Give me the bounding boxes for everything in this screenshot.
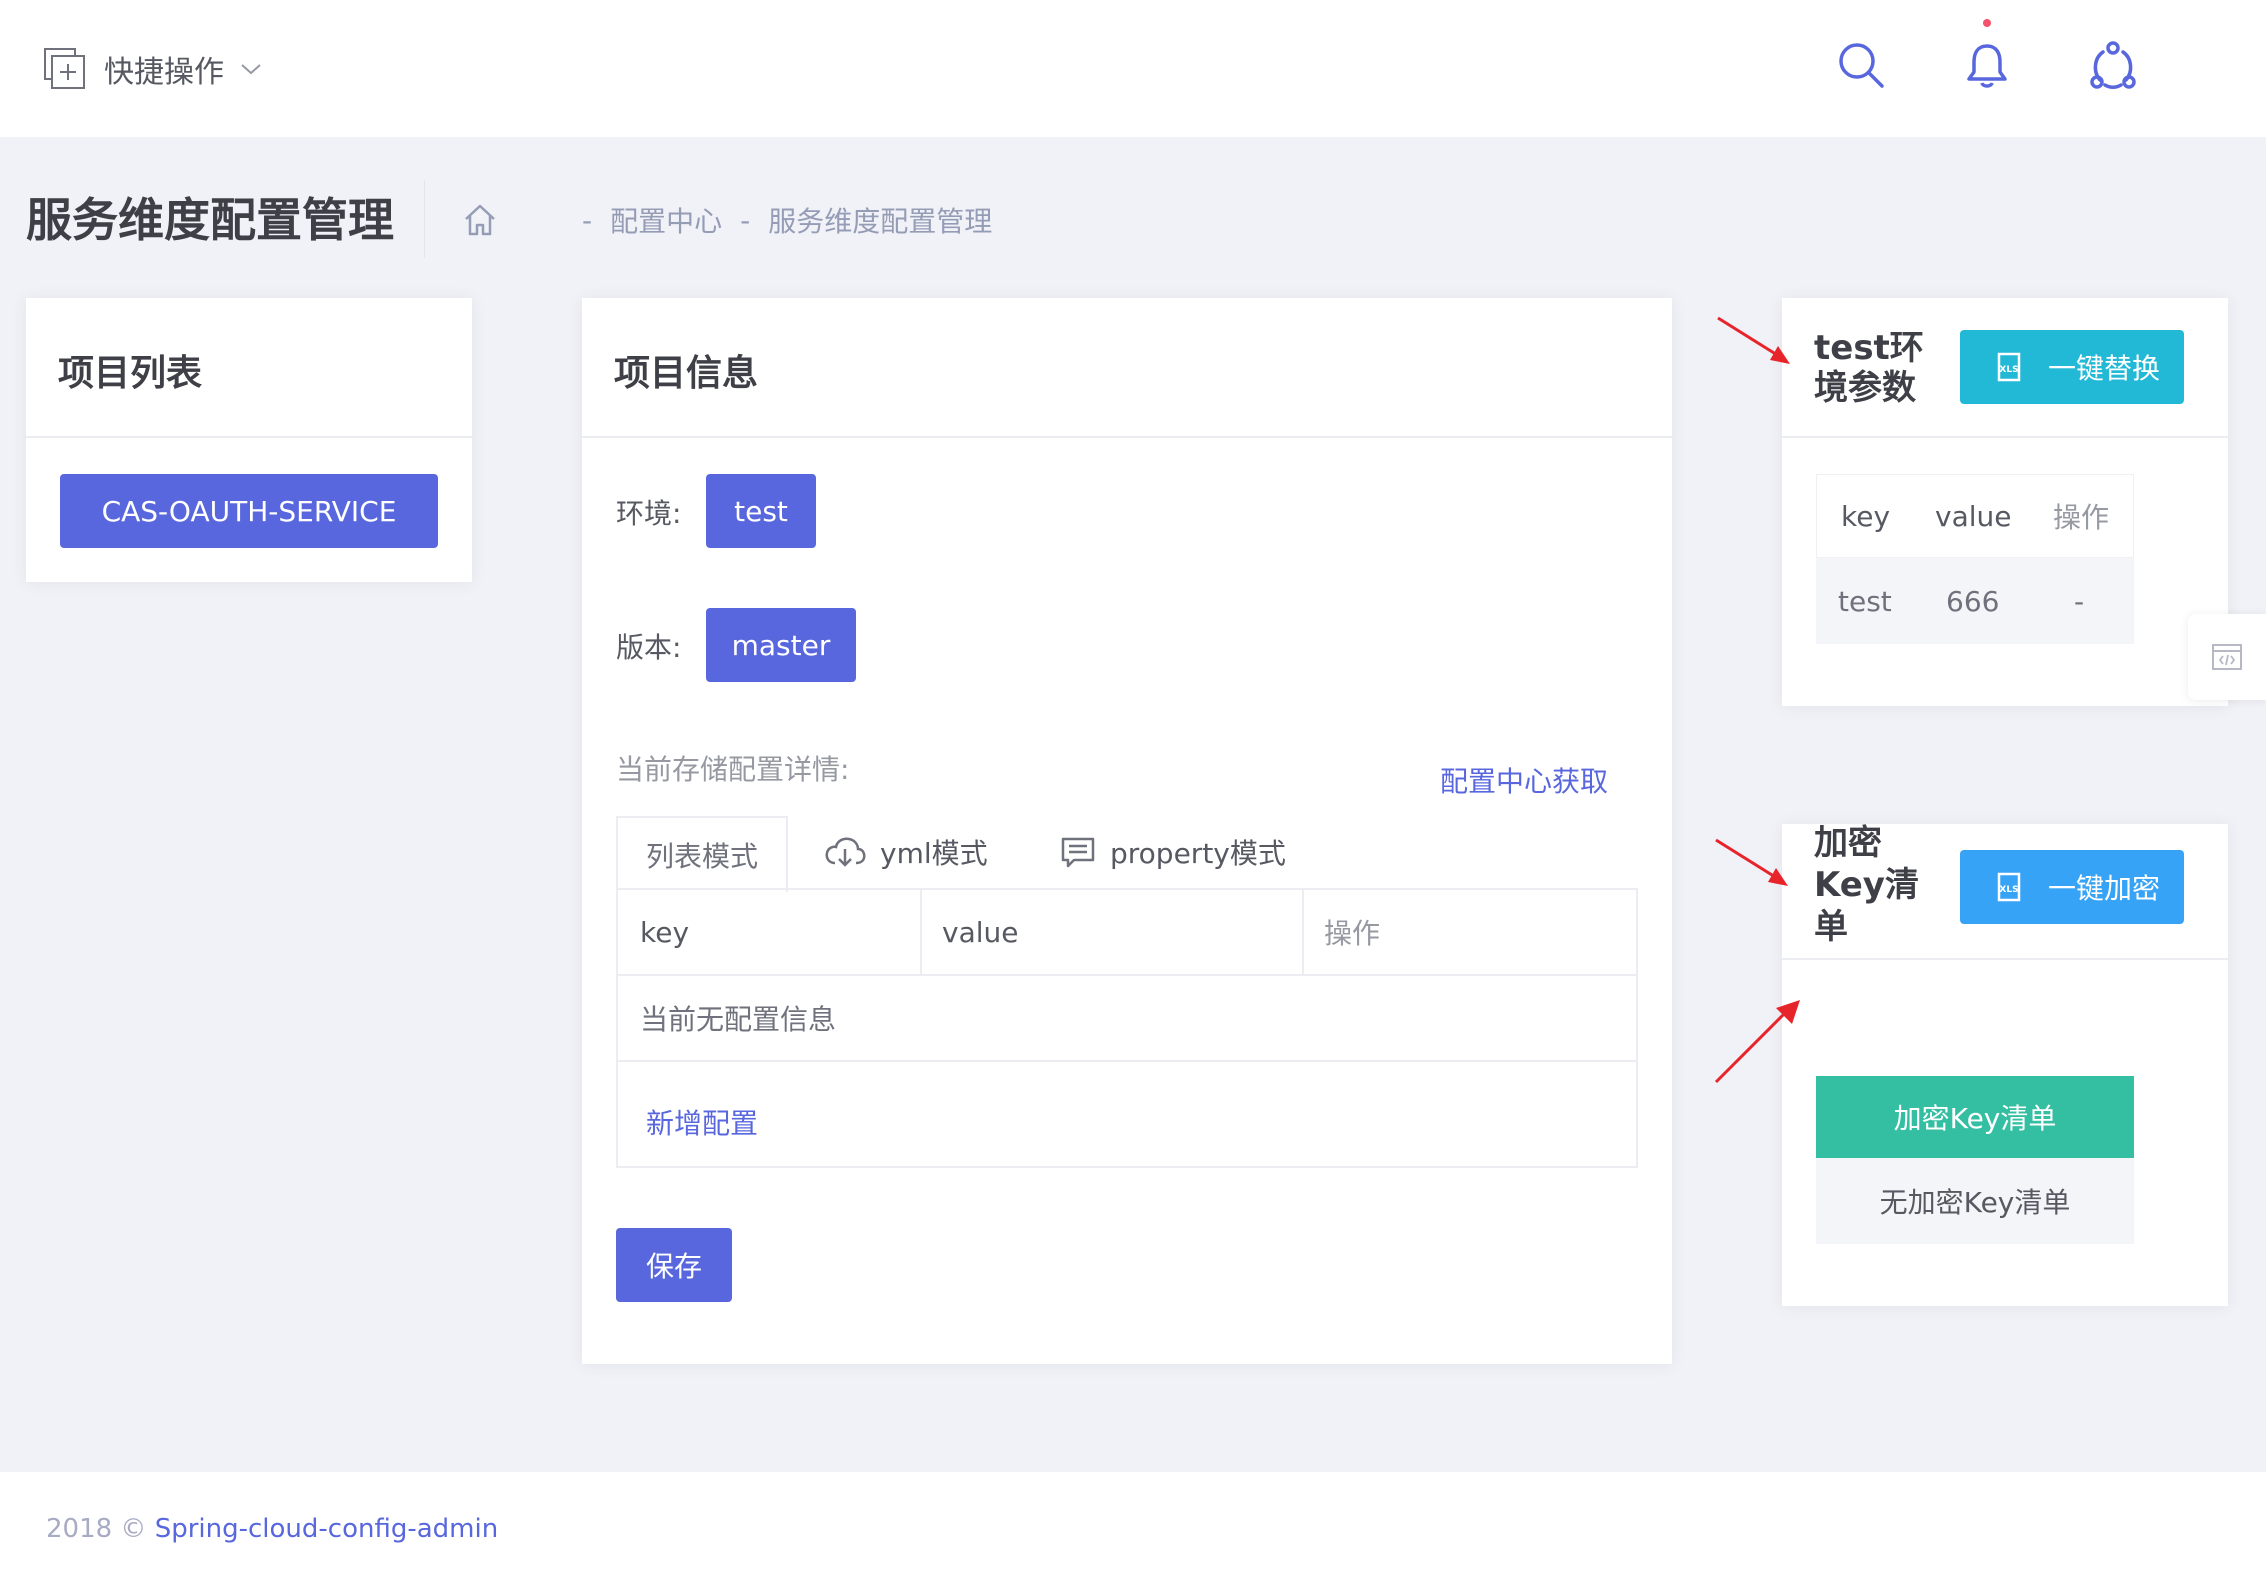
annotation-arrow-icon <box>1714 1000 1800 1084</box>
quick-actions-menu[interactable]: 快捷操作 <box>44 44 262 94</box>
column-header-key: key <box>640 915 690 949</box>
config-table: key value 操作 当前无配置信息 新增配置 <box>616 888 1638 1168</box>
footer-link[interactable]: Spring-cloud-config-admin <box>155 1514 498 1544</box>
env-label: 环境: <box>616 497 682 530</box>
encrypt-all-label: 一键加密 <box>2048 872 2161 905</box>
column-divider <box>920 890 922 976</box>
home-icon[interactable] <box>462 202 498 238</box>
encrypt-keys-title: 加密Key清单 <box>1814 823 1919 947</box>
fetch-config-link[interactable]: 配置中心获取 <box>1440 760 1608 800</box>
notification-dot <box>1983 19 1991 27</box>
tab-yml-mode[interactable]: yml模式 <box>824 816 988 888</box>
mode-tabs: 列表模式 yml模式 property模式 <box>616 816 1638 892</box>
quick-actions-label: 快捷操作 <box>104 55 224 90</box>
tab-list-mode[interactable]: 列表模式 <box>616 816 788 892</box>
table-row: test 666 - <box>1816 558 2134 644</box>
page-title: 服务维度配置管理 <box>26 193 394 247</box>
card-header: test环境参数 XLS 一键替换 <box>1782 298 2228 438</box>
annotation-arrow-icon <box>1715 838 1788 886</box>
cloud-download-icon <box>825 837 866 867</box>
table-header-row: key value 操作 <box>1816 474 2134 558</box>
env-button[interactable]: test <box>706 474 816 548</box>
card-header: 项目信息 <box>582 298 1672 438</box>
xls-file-icon: XLS <box>1997 872 2021 902</box>
top-bar: 快捷操作 <box>0 0 2266 137</box>
column-header-value: value <box>1935 499 2012 533</box>
save-button[interactable]: 保存 <box>616 1228 732 1302</box>
svg-text:XLS: XLS <box>1999 885 2018 895</box>
empty-text: 当前无配置信息 <box>640 1003 837 1036</box>
table-add-row: 新增配置 <box>618 1062 1636 1166</box>
code-window-icon <box>2212 644 2242 670</box>
table-empty-row: 当前无配置信息 <box>618 976 1636 1062</box>
env-params-title: test环境参数 <box>1814 328 1924 408</box>
footer-copyright: 2018 © <box>46 1514 147 1544</box>
column-header-key: key <box>1841 499 1891 533</box>
column-divider <box>1302 890 1304 976</box>
project-info-title: 项目信息 <box>614 353 759 394</box>
breadcrumb: - 配置中心 - 服务维度配置管理 <box>462 198 992 242</box>
version-button[interactable]: master <box>706 608 856 682</box>
xls-file-icon: XLS <box>1997 352 2021 382</box>
quick-add-icon <box>44 48 85 89</box>
project-item-button[interactable]: CAS-OAUTH-SERVICE <box>60 474 438 548</box>
encrypted-keys-list-item[interactable]: 加密Key清单 <box>1816 1076 2134 1158</box>
env-params-table: key value 操作 test 666 - <box>1816 474 2134 644</box>
chevron-down-icon <box>241 64 261 75</box>
footer-text: 2018 © Spring-cloud-config-admin <box>46 1514 498 1544</box>
tab-yml-label: yml模式 <box>880 837 988 870</box>
encrypt-all-button[interactable]: XLS 一键加密 <box>1960 850 2184 924</box>
comment-lines-icon <box>1061 837 1095 868</box>
table-header-row: key value 操作 <box>618 890 1636 976</box>
column-header-value: value <box>942 915 1019 949</box>
version-label: 版本: <box>616 631 682 664</box>
add-config-link[interactable]: 新增配置 <box>646 1070 758 1174</box>
side-panel-toggle[interactable] <box>2188 614 2266 700</box>
breadcrumb-item-config-center[interactable]: 配置中心 <box>610 200 722 240</box>
project-list-card: 项目列表 CAS-OAUTH-SERVICE <box>26 298 472 582</box>
annotation-arrow-icon <box>1717 316 1790 364</box>
storage-label: 当前存储配置详情: <box>616 753 850 786</box>
card-header: 项目列表 <box>26 298 472 438</box>
card-header: 加密Key清单 XLS 一键加密 <box>1782 823 2228 960</box>
replace-all-label: 一键替换 <box>2048 352 2161 385</box>
breadcrumb-item-current[interactable]: 服务维度配置管理 <box>768 200 992 240</box>
project-list-title: 项目列表 <box>58 353 203 394</box>
subheader-divider <box>424 180 425 258</box>
search-icon[interactable] <box>1836 40 1886 90</box>
cell-key: test <box>1838 584 1892 618</box>
breadcrumb-separator: - <box>582 203 593 237</box>
breadcrumb-separator: - <box>740 203 751 237</box>
column-header-action: 操作 <box>2053 501 2110 534</box>
tab-property-mode[interactable]: property模式 <box>1060 816 1286 888</box>
tab-property-label: property模式 <box>1110 837 1286 870</box>
column-header-action: 操作 <box>1324 917 1381 950</box>
bell-icon[interactable] <box>1962 40 2012 90</box>
cell-action[interactable]: - <box>2074 558 2084 644</box>
replace-all-button[interactable]: XLS 一键替换 <box>1960 330 2184 404</box>
svg-text:XLS: XLS <box>1999 365 2018 375</box>
cell-value: 666 <box>1946 584 2000 618</box>
user-network-icon[interactable] <box>2088 40 2138 90</box>
unencrypted-keys-list-item[interactable]: 无加密Key清单 <box>1816 1158 2134 1244</box>
